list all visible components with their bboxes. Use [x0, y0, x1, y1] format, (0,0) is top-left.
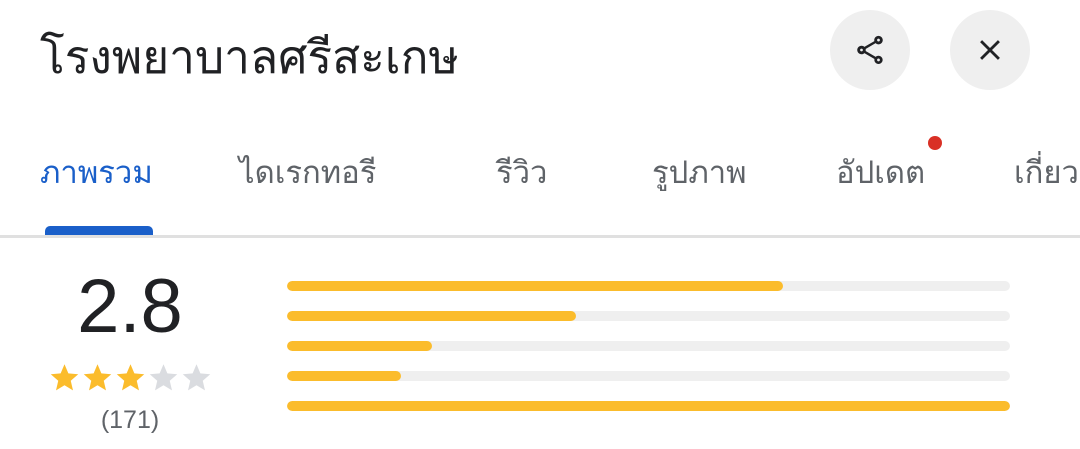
active-tab-indicator [45, 226, 153, 235]
place-title: โรงพยาบาลศรีสะเกษ [40, 30, 459, 84]
close-button[interactable] [950, 10, 1030, 90]
share-button[interactable] [830, 10, 910, 90]
rating-bar-track [287, 341, 1010, 351]
tab-divider [0, 235, 1080, 238]
review-count[interactable]: (171) [50, 402, 210, 438]
rating-score: 2.8 [77, 264, 183, 349]
close-icon [980, 40, 1000, 60]
tab-updates[interactable]: อัปเดต [836, 150, 925, 196]
star-filled-icon [116, 364, 145, 391]
rating-bar-fill [287, 371, 402, 381]
rating-bar-track [287, 281, 1010, 291]
tab-bar: ภาพรวม ไดเรกทอรี รีวิว รูปภาพ อัปเดต เกี… [0, 140, 1080, 236]
rating-distribution[interactable] [287, 281, 1010, 431]
star-rating [48, 361, 213, 395]
rating-bar-fill [287, 401, 1010, 411]
tab-photos[interactable]: รูปภาพ [652, 150, 747, 196]
updates-badge-dot [928, 136, 942, 150]
star-filled-icon [50, 364, 79, 391]
rating-bar-fill [287, 311, 577, 321]
rating-bar-fill [287, 341, 432, 351]
rating-bar-fill [287, 281, 783, 291]
rating-bar-track [287, 401, 1010, 411]
rating-bar-track [287, 311, 1010, 321]
rating-bar-track [287, 371, 1010, 381]
star-empty-icon [149, 364, 178, 391]
tab-overview[interactable]: ภาพรวม [40, 150, 153, 196]
star-empty-icon [182, 364, 211, 391]
star-filled-icon [83, 364, 112, 391]
tab-about[interactable]: เกี่ยว [1014, 150, 1079, 196]
share-icon [857, 35, 883, 65]
tab-directory[interactable]: ไดเรกทอรี [239, 150, 376, 196]
tab-reviews[interactable]: รีวิว [496, 150, 547, 196]
